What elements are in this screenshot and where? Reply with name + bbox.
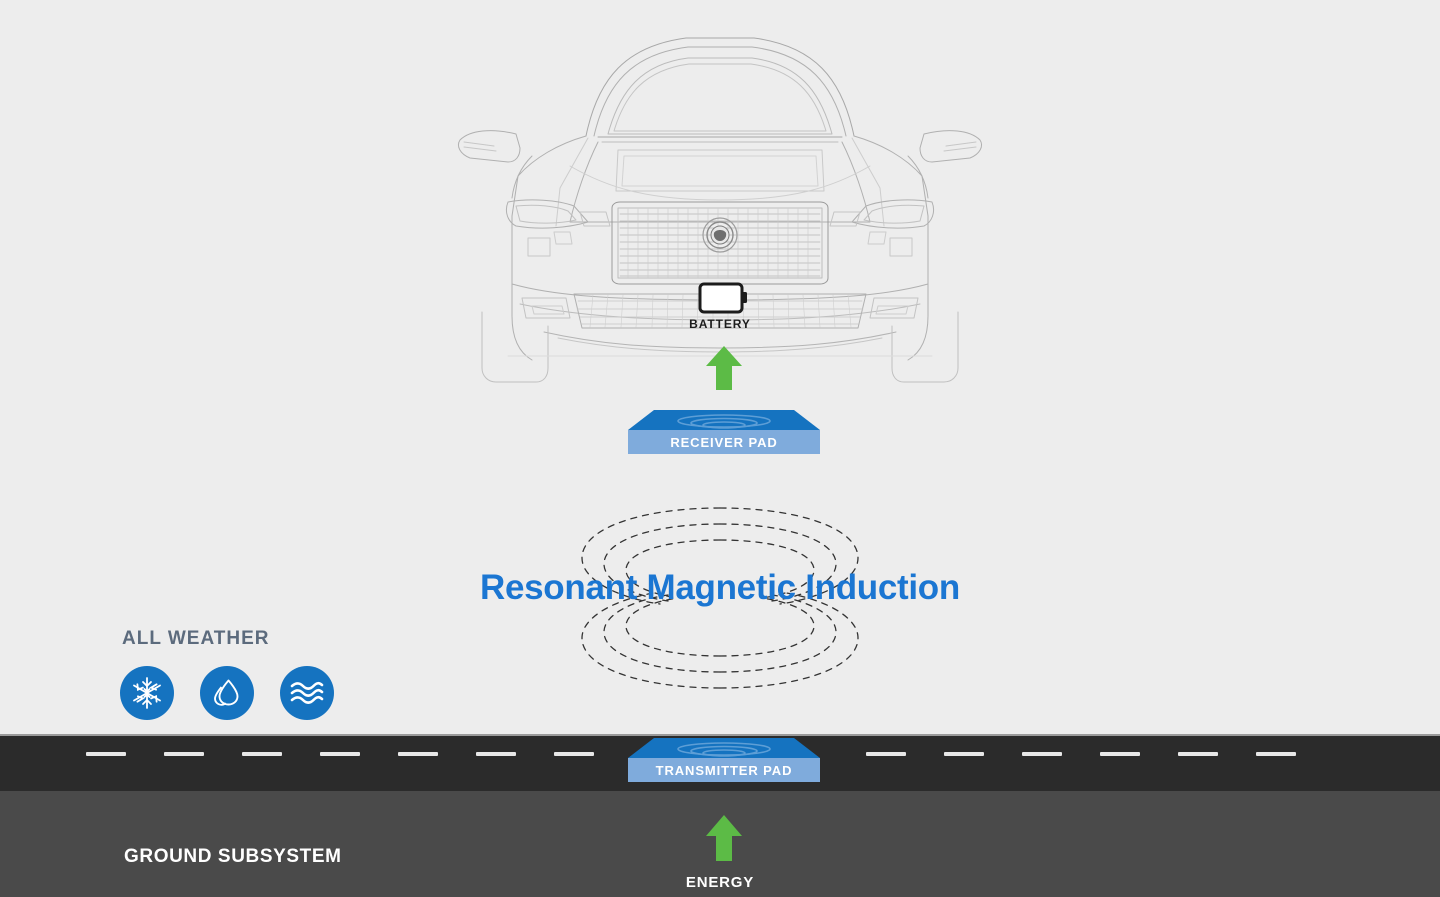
road-dash: [1100, 752, 1140, 756]
road-dash: [1178, 752, 1218, 756]
energy-arrow-icon: [706, 815, 742, 861]
all-weather-heading: ALL WEATHER: [122, 628, 270, 649]
road-dash: [398, 752, 438, 756]
all-weather-section: ALL WEATHER: [120, 628, 334, 720]
battery-icon: [698, 282, 747, 314]
road-dash: [86, 752, 126, 756]
road-dash: [242, 752, 282, 756]
road-dash: [164, 752, 204, 756]
road-dash: [1256, 752, 1296, 756]
road-dash: [1022, 752, 1062, 756]
road-dash: [944, 752, 984, 756]
diagram-title: Resonant Magnetic Induction: [480, 568, 960, 607]
road-dash: [320, 752, 360, 756]
battery-label: BATTERY: [689, 317, 751, 331]
energy-to-battery-arrow-icon: [706, 346, 742, 390]
road-dash: [554, 752, 594, 756]
water-droplet-icon[interactable]: [200, 666, 254, 720]
waves-icon[interactable]: [280, 666, 334, 720]
road-dash: [866, 752, 906, 756]
energy-label: ENERGY: [685, 874, 755, 891]
receiver-pad[interactable]: RECEIVER PAD: [626, 408, 822, 456]
ground-subsystem-label: GROUND SUBSYSTEM: [124, 846, 342, 867]
road-dash: [476, 752, 516, 756]
snowflake-icon[interactable]: [120, 666, 174, 720]
transmitter-pad[interactable]: TRANSMITTER PAD: [626, 736, 822, 784]
diagram-canvas: BATTERY RECEIVER PAD Resonant Magnetic I…: [0, 0, 1440, 897]
